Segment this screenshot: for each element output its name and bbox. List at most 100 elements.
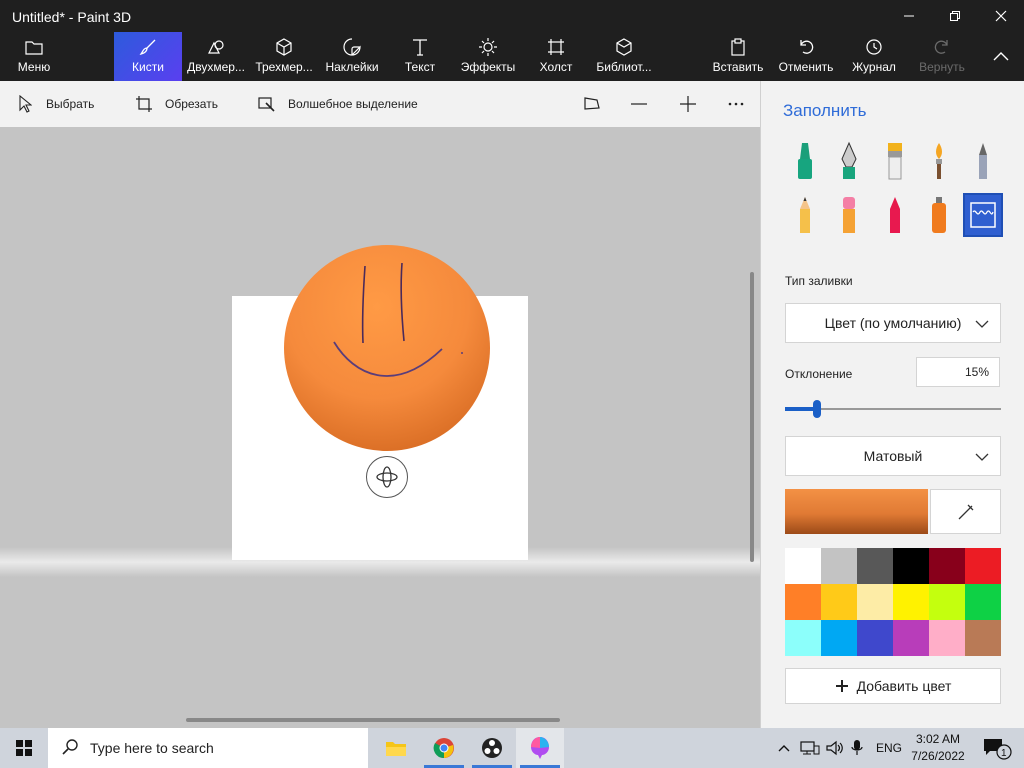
fill-bucket-icon [970, 202, 996, 228]
taskbar-clock[interactable]: 3:02 AM 7/26/2022 [904, 731, 972, 765]
crayon-brush[interactable] [877, 193, 913, 237]
history-button[interactable]: Журнал [846, 32, 902, 81]
ribbon-brushes-label: Кисти [132, 60, 164, 74]
canvas-workspace[interactable] [0, 127, 760, 728]
ribbon-brushes[interactable]: Кисти [114, 32, 182, 81]
start-button[interactable] [0, 728, 48, 768]
marker-brush[interactable] [787, 139, 823, 183]
search-icon [62, 738, 78, 758]
maximize-button[interactable] [932, 0, 978, 32]
oil-brush[interactable] [877, 139, 913, 183]
window-title: Untitled* - Paint 3D [12, 9, 132, 25]
ribbon-2d-shapes[interactable]: Двухмер... [182, 32, 250, 81]
palette-swatch[interactable] [965, 584, 1001, 620]
redo-icon [933, 38, 951, 56]
view-3d-button[interactable] [583, 81, 613, 127]
palette-swatch[interactable] [821, 548, 857, 584]
rotate-handle[interactable] [366, 456, 408, 498]
select-tool-button[interactable]: Выбрать [16, 81, 94, 127]
paste-button[interactable]: Вставить [708, 32, 768, 81]
palette-swatch[interactable] [785, 584, 821, 620]
oil-brush-icon [888, 143, 902, 180]
clock-date: 7/26/2022 [911, 749, 965, 763]
pixel-pen-brush[interactable] [965, 139, 1001, 183]
eraser-brush[interactable] [831, 193, 867, 237]
3d-sphere-object[interactable] [284, 245, 490, 451]
ribbon-effects[interactable]: Эффекты [454, 32, 522, 81]
spray-can-brush[interactable] [921, 193, 957, 237]
file-explorer-icon [386, 742, 406, 756]
magic-select-label: Волшебное выделение [288, 97, 418, 111]
fill-bucket-brush[interactable] [963, 193, 1003, 237]
watercolor-brush[interactable] [921, 139, 957, 183]
more-options-button[interactable] [727, 81, 757, 127]
fill-type-dropdown[interactable]: Цвет (по умолчанию) [785, 303, 1001, 343]
horizontal-scrollbar[interactable] [186, 718, 560, 722]
ribbon-canvas[interactable]: Холст [522, 32, 590, 81]
ribbon-library[interactable]: Библиот... [590, 32, 658, 81]
eyedropper-button[interactable] [930, 489, 1001, 534]
magic-select-button[interactable]: Волшебное выделение [258, 81, 418, 127]
palette-swatch[interactable] [893, 620, 929, 656]
palette-swatch[interactable] [929, 584, 965, 620]
ribbon-3d-shapes[interactable]: Трехмер... [250, 32, 318, 81]
network-tray[interactable] [800, 728, 820, 768]
deviation-slider[interactable] [785, 400, 1001, 418]
palette-swatch[interactable] [929, 548, 965, 584]
folder-icon [25, 38, 43, 56]
taskbar-search[interactable]: Type here to search [48, 728, 368, 768]
palette-swatch[interactable] [929, 620, 965, 656]
marker-icon [798, 143, 812, 179]
palette-swatch[interactable] [785, 548, 821, 584]
undo-button[interactable]: Отменить [774, 32, 838, 81]
history-icon [865, 38, 883, 56]
minimize-icon [904, 15, 914, 17]
obs-app[interactable] [468, 728, 516, 768]
language-indicator[interactable]: ENG [876, 728, 902, 768]
deviation-input[interactable]: 15% [916, 357, 1000, 387]
chrome-app[interactable] [420, 728, 468, 768]
ribbon-library-label: Библиот... [596, 60, 652, 74]
palette-swatch[interactable] [821, 620, 857, 656]
finish-dropdown[interactable]: Матовый [785, 436, 1001, 476]
microphone-tray[interactable] [850, 728, 864, 768]
calligraphy-pen-brush[interactable] [831, 139, 867, 183]
palette-swatch[interactable] [965, 620, 1001, 656]
zoom-in-button[interactable] [679, 81, 709, 127]
network-icon [800, 741, 820, 755]
paint-3d-icon [531, 737, 549, 759]
action-center[interactable]: 1 [982, 728, 1012, 768]
zoom-out-button[interactable] [630, 81, 660, 127]
palette-swatch[interactable] [965, 548, 1001, 584]
close-button[interactable] [978, 0, 1024, 32]
show-hidden-icons[interactable] [778, 728, 790, 768]
volume-tray[interactable] [826, 728, 844, 768]
calligraphy-pen-icon [841, 141, 857, 179]
crop-tool-button[interactable]: Обрезать [135, 81, 218, 127]
windows-logo-icon [16, 740, 32, 756]
palette-swatch[interactable] [893, 584, 929, 620]
history-label: Журнал [852, 60, 896, 74]
collapse-ribbon-button[interactable] [978, 40, 1024, 72]
palette-swatch[interactable] [785, 620, 821, 656]
minimize-button[interactable] [886, 0, 932, 32]
paint-3d-app[interactable] [516, 728, 564, 768]
redo-button[interactable]: Вернуть [912, 32, 972, 81]
obs-icon [482, 738, 502, 758]
palette-swatch[interactable] [857, 620, 893, 656]
current-color-swatch[interactable] [785, 489, 928, 534]
ribbon-text[interactable]: Текст [386, 32, 454, 81]
palette-swatch[interactable] [821, 584, 857, 620]
add-color-button[interactable]: Добавить цвет [785, 668, 1001, 704]
vertical-scrollbar[interactable] [750, 272, 754, 562]
file-explorer-app[interactable] [372, 728, 420, 768]
deviation-slider-thumb[interactable] [813, 400, 822, 418]
palette-swatch[interactable] [857, 584, 893, 620]
pencil-brush[interactable] [787, 193, 823, 237]
title-bar: Untitled* - Paint 3D Меню Кисти Двухмер.… [0, 0, 1024, 81]
palette-swatch[interactable] [893, 548, 929, 584]
palette-swatch[interactable] [857, 548, 893, 584]
ribbon-menu[interactable]: Меню [0, 32, 68, 81]
microphone-icon [851, 740, 863, 755]
ribbon-stickers[interactable]: Наклейки [318, 32, 386, 81]
